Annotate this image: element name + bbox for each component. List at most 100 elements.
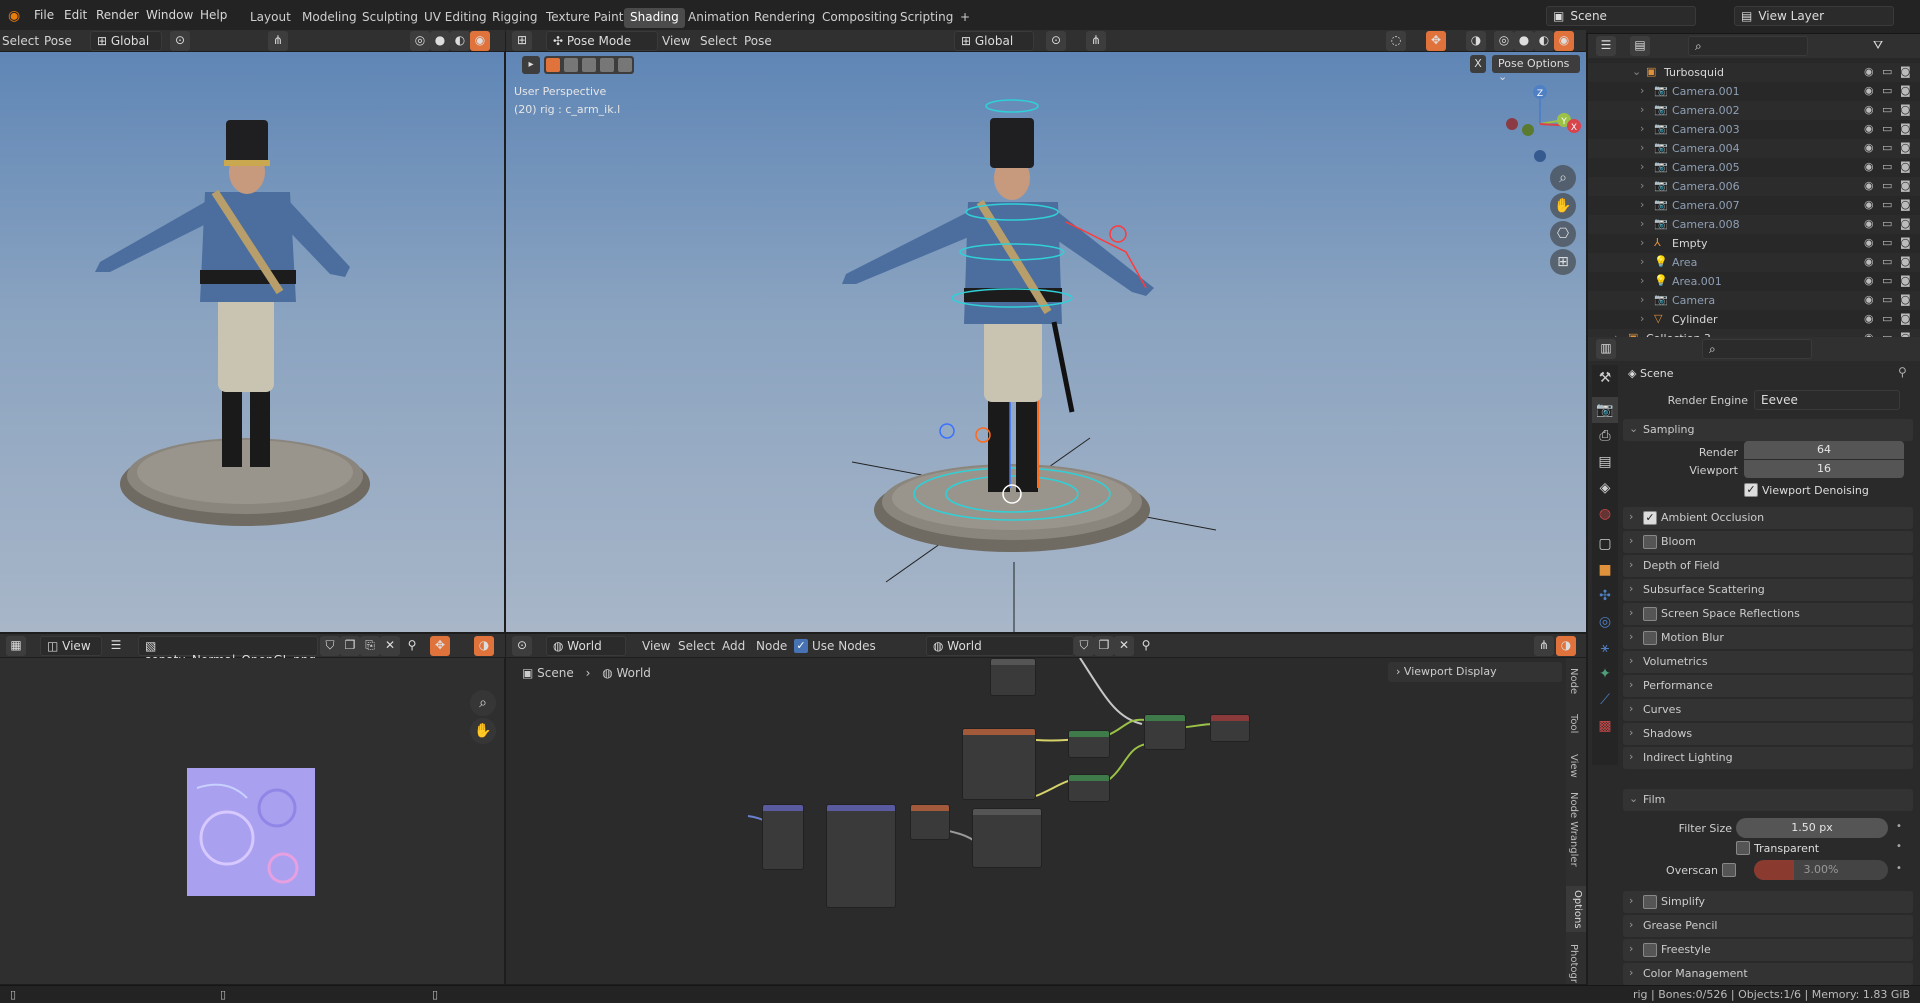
- viewport-disable-icon[interactable]: ▭: [1882, 65, 1892, 78]
- duplicate-icon[interactable]: ❐: [1094, 636, 1114, 656]
- panel-simplify[interactable]: › Simplify: [1623, 891, 1913, 913]
- visibility-eye-icon[interactable]: ◉: [1864, 274, 1874, 287]
- bone-tab-icon[interactable]: ⟋: [1592, 687, 1618, 713]
- visibility-eye-icon[interactable]: ◉: [1864, 198, 1874, 211]
- gizmo-toggle-icon[interactable]: ✥: [1426, 31, 1446, 51]
- solid-shading-icon[interactable]: ●: [1514, 31, 1534, 51]
- editor-type-icon[interactable]: ⊞: [512, 31, 532, 51]
- snap-icon[interactable]: ⋔: [1534, 636, 1554, 656]
- chevron-right-icon[interactable]: ›: [1640, 103, 1644, 116]
- tab-options[interactable]: Options: [1566, 886, 1586, 932]
- tab-view[interactable]: View: [1568, 754, 1579, 778]
- close-icon[interactable]: ✕: [380, 636, 400, 656]
- render-tab-icon[interactable]: 📷: [1592, 397, 1618, 423]
- data-tab-icon[interactable]: ✦: [1592, 661, 1618, 687]
- panel-bloom[interactable]: › Bloom: [1623, 531, 1913, 553]
- panel-indirect-lighting[interactable]: › Indirect Lighting: [1623, 747, 1913, 769]
- render-disable-icon[interactable]: ◙: [1900, 84, 1911, 97]
- overlay-icon[interactable]: ◑: [1556, 636, 1576, 656]
- editor-type-icon[interactable]: ▦: [6, 636, 26, 656]
- solid-shading-icon[interactable]: ●: [430, 31, 450, 51]
- visibility-eye-icon[interactable]: ◉: [1864, 84, 1874, 97]
- node-background-2[interactable]: [1068, 774, 1110, 802]
- editor-type-icon[interactable]: ⊙: [512, 636, 532, 656]
- tab-node[interactable]: Node: [1568, 668, 1579, 694]
- outliner-row[interactable]: › 📷 Camera ◉ ▭ ◙: [1588, 291, 1920, 310]
- outliner-row[interactable]: › 📷 Camera.003 ◉ ▭ ◙: [1588, 120, 1920, 139]
- visibility-eye-icon[interactable]: ◉: [1864, 179, 1874, 192]
- outliner-row[interactable]: › ⅄ Empty ◉ ▭ ◙: [1588, 234, 1920, 253]
- chevron-right-icon[interactable]: ›: [1640, 236, 1644, 249]
- node-world-output[interactable]: [1210, 714, 1250, 742]
- material-shading-icon[interactable]: ◐: [450, 31, 470, 51]
- outliner-row[interactable]: › 📷 Camera.005 ◉ ▭ ◙: [1588, 158, 1920, 177]
- menu-pose[interactable]: Pose: [744, 34, 772, 48]
- node-principled[interactable]: [962, 728, 1036, 800]
- tab-texture-paint[interactable]: Texture Paint: [540, 8, 629, 28]
- visibility-eye-icon[interactable]: ◉: [1864, 65, 1874, 78]
- snap-icon[interactable]: ⋔: [1086, 31, 1106, 51]
- orientation-dropdown[interactable]: ⊞ Global: [954, 31, 1034, 51]
- overscan-checkbox[interactable]: [1722, 863, 1736, 877]
- outliner-row[interactable]: › 📷 Camera.007 ◉ ▭ ◙: [1588, 196, 1920, 215]
- visibility-eye-icon[interactable]: ◉: [1864, 312, 1874, 325]
- gizmo-toggle-icon[interactable]: ✥: [430, 636, 450, 656]
- chevron-down-icon[interactable]: ⌄: [1632, 65, 1641, 78]
- viewport-disable-icon[interactable]: ▭: [1882, 312, 1892, 325]
- constraint-tab-icon[interactable]: ⚹: [1592, 635, 1618, 661]
- chevron-right-icon[interactable]: ›: [1640, 160, 1644, 173]
- rendered-shading-icon[interactable]: ◉: [470, 31, 490, 51]
- tab-rendering[interactable]: Rendering: [748, 8, 821, 28]
- render-engine-dropdown[interactable]: Eevee: [1754, 390, 1900, 410]
- viewport-samples-field[interactable]: 16: [1744, 460, 1904, 478]
- panel-screen-space-reflections[interactable]: › Screen Space Reflections: [1623, 603, 1913, 625]
- overlay-icon[interactable]: ◑: [474, 636, 494, 656]
- keyframe-dot-icon[interactable]: •: [1896, 841, 1902, 852]
- properties-search-input[interactable]: ⌕: [1702, 339, 1812, 359]
- node-partial-top[interactable]: [990, 658, 1036, 696]
- visibility-eye-icon[interactable]: ◉: [1864, 217, 1874, 230]
- panel-shadows[interactable]: › Shadows: [1623, 723, 1913, 745]
- render-disable-icon[interactable]: ◙: [1900, 179, 1911, 192]
- world-tab-icon[interactable]: ◍: [1592, 501, 1618, 527]
- physics-tab-icon[interactable]: ◎: [1592, 609, 1618, 635]
- view-layer-tab-icon[interactable]: ▤: [1592, 449, 1618, 475]
- chevron-right-icon[interactable]: ›: [1640, 84, 1644, 97]
- visibility-eye-icon[interactable]: ◉: [1864, 236, 1874, 249]
- material-shading-icon[interactable]: ◐: [1534, 31, 1554, 51]
- menu-edit[interactable]: Edit: [64, 8, 87, 22]
- render-disable-icon[interactable]: ◙: [1900, 236, 1911, 249]
- tab-uv-editing[interactable]: UV Editing: [418, 8, 493, 28]
- menu-help[interactable]: Help: [200, 8, 227, 22]
- render-disable-icon[interactable]: ◙: [1900, 312, 1911, 325]
- outliner-row[interactable]: › ▽ Cylinder ◉ ▭ ◙: [1588, 310, 1920, 329]
- render-disable-icon[interactable]: ◙: [1900, 293, 1911, 306]
- viewport-disable-icon[interactable]: ▭: [1882, 274, 1892, 287]
- chevron-right-icon[interactable]: ›: [1640, 179, 1644, 192]
- mode-dropdown[interactable]: ✣ Pose Mode: [546, 31, 658, 51]
- modifier-tab-icon[interactable]: ✣: [1592, 583, 1618, 609]
- node-color-ramp[interactable]: [972, 808, 1042, 868]
- panel-subsurface-scattering[interactable]: › Subsurface Scattering: [1623, 579, 1913, 601]
- outliner-row[interactable]: › 💡 Area ◉ ▭ ◙: [1588, 253, 1920, 272]
- node-texture-coordinate[interactable]: [762, 804, 804, 870]
- outliner-row[interactable]: › 💡 Area.001 ◉ ▭ ◙: [1588, 272, 1920, 291]
- use-nodes-checkbox[interactable]: ✓: [794, 639, 808, 653]
- open-image-icon[interactable]: ⎘: [360, 636, 380, 656]
- visibility-eye-icon[interactable]: ◉: [1864, 160, 1874, 173]
- tool-tab-icon[interactable]: ⚒: [1592, 365, 1618, 391]
- node-editor-canvas[interactable]: ▣ Scene › ◍ World › Viewport Display Nod…: [506, 658, 1586, 984]
- chevron-right-icon[interactable]: ›: [1640, 293, 1644, 306]
- render-disable-icon[interactable]: ◙: [1900, 160, 1911, 173]
- viewport-disable-icon[interactable]: ▭: [1882, 293, 1892, 306]
- tab-rigging[interactable]: Rigging: [486, 8, 543, 28]
- pin-icon[interactable]: ⚲: [1898, 365, 1907, 379]
- panel-performance[interactable]: › Performance: [1623, 675, 1913, 697]
- zoom-icon[interactable]: ⌕: [470, 690, 496, 716]
- pin-icon[interactable]: ⚲: [1136, 636, 1156, 656]
- tab-shading[interactable]: Shading: [624, 8, 685, 28]
- tab-node-wrangler[interactable]: Node Wrangler: [1568, 792, 1579, 867]
- outliner-row[interactable]: › 📷 Camera.006 ◉ ▭ ◙: [1588, 177, 1920, 196]
- render-samples-field[interactable]: 64: [1744, 441, 1904, 459]
- render-disable-icon[interactable]: ◙: [1900, 217, 1911, 230]
